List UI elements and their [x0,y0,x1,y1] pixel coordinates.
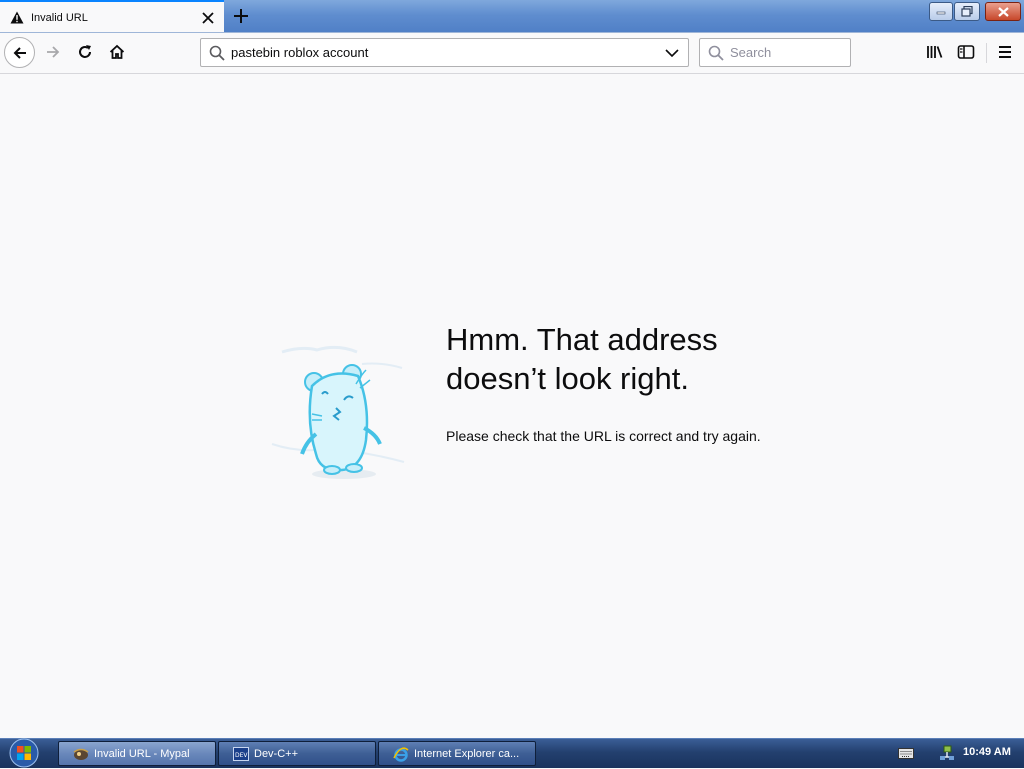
internet-explorer-icon [393,746,409,762]
keyboard-icon[interactable] [897,746,915,760]
title-bar: Invalid URL [0,0,1024,33]
navigation-toolbar [0,33,1024,74]
taskbar-item-devcpp[interactable]: DEV Dev-C++ [218,741,376,766]
error-page: Hmm. That address doesn’t look right. Pl… [0,74,1024,738]
taskbar-item-label: Invalid URL - Mypal [94,747,190,760]
tab-title: Invalid URL [31,11,88,24]
new-tab-button[interactable] [228,5,254,27]
window-close-button[interactable] [985,2,1021,21]
sidebar-toggle-button[interactable] [953,39,979,65]
error-description: Please check that the URL is correct and… [446,428,761,444]
taskbar-item-internet-explorer[interactable]: Internet Explorer ca... [378,741,536,766]
taskbar-item-mypal[interactable]: Invalid URL - Mypal [58,741,216,766]
address-input[interactable] [231,45,660,60]
search-input[interactable] [730,45,840,60]
mypal-browser-icon [73,746,89,762]
back-button[interactable] [4,37,35,68]
library-button[interactable] [922,39,948,65]
minimize-button[interactable] [929,2,953,21]
toolbar-divider [986,43,987,63]
error-title: Hmm. That address doesn’t look right. [446,320,866,398]
tab-invalid-url[interactable]: Invalid URL [0,0,224,33]
system-clock[interactable]: 10:49 AM [963,746,1011,758]
start-button[interactable] [4,737,44,769]
svg-text:DEV: DEV [235,752,248,759]
search-bar[interactable] [699,38,851,67]
error-title-line1: Hmm. That address [446,322,718,357]
network-icon[interactable] [938,744,956,762]
taskbar-item-label: Dev-C++ [254,747,299,760]
forward-button[interactable] [40,39,66,65]
error-title-line2: doesn’t look right. [446,361,689,396]
home-button[interactable] [104,39,130,65]
taskbar: Invalid URL - Mypal DEV Dev-C++ Internet… [0,738,1024,768]
search-icon [207,43,227,63]
menu-button[interactable] [992,39,1018,65]
reload-button[interactable] [72,39,98,65]
address-bar[interactable] [200,38,689,67]
tab-close-icon[interactable] [198,8,218,28]
taskbar-item-label: Internet Explorer ca... [414,747,520,760]
devcpp-icon: DEV [233,746,249,762]
restore-button[interactable] [954,2,980,21]
warning-icon [10,11,24,25]
chevron-down-icon[interactable] [660,41,684,65]
search-icon [706,43,726,63]
confused-creature-illustration [262,344,412,484]
